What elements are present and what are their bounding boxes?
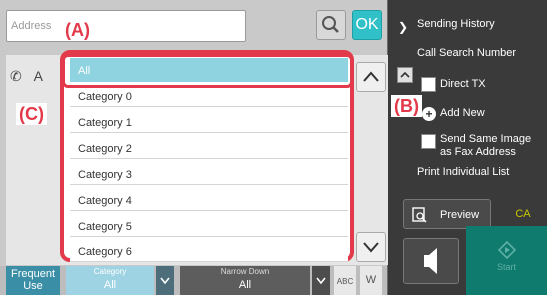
sending-history-link[interactable]: Sending History bbox=[417, 18, 495, 30]
address-input[interactable]: Address bbox=[6, 10, 246, 42]
chevron-down-icon bbox=[160, 277, 170, 285]
category-item[interactable]: Category 1 bbox=[70, 111, 348, 133]
category-item[interactable]: Category 6 bbox=[70, 240, 348, 262]
narrow-down-dropdown-toggle[interactable] bbox=[312, 266, 330, 295]
speaker-icon bbox=[424, 248, 437, 274]
send-same-image-label: Send Same Image as Fax Address bbox=[440, 133, 532, 158]
chevron-down-icon bbox=[316, 277, 326, 285]
category-item[interactable]: Category 0 bbox=[70, 85, 348, 107]
search-icon bbox=[322, 16, 339, 33]
direct-tx-label: Direct TX bbox=[440, 78, 486, 90]
chevron-up-icon bbox=[363, 71, 379, 82]
search-button[interactable] bbox=[316, 10, 346, 40]
selected-item-highlight bbox=[62, 54, 353, 88]
scroll-down-button[interactable] bbox=[356, 232, 386, 262]
speaker-button[interactable] bbox=[403, 238, 459, 284]
ok-button[interactable]: OK bbox=[352, 10, 382, 40]
start-icon bbox=[497, 240, 516, 260]
ca-button[interactable]: CA bbox=[500, 199, 546, 229]
start-button[interactable]: Start bbox=[466, 226, 547, 295]
preview-button[interactable]: Preview bbox=[403, 199, 491, 229]
phone-icon: ✆ bbox=[10, 68, 22, 84]
category-item[interactable]: Category 5 bbox=[70, 215, 348, 237]
category-item[interactable]: Category 3 bbox=[70, 163, 348, 185]
chevron-right-icon: ❯ bbox=[398, 20, 409, 34]
category-select-label: Category bbox=[93, 267, 127, 276]
callout-c: (C) bbox=[16, 103, 47, 125]
call-search-number-link[interactable]: Call Search Number bbox=[417, 47, 516, 59]
direct-tx-checkbox[interactable] bbox=[421, 77, 436, 92]
category-select-value: All bbox=[103, 279, 117, 291]
narrow-down-value: All bbox=[238, 279, 252, 291]
chevron-up-icon bbox=[400, 71, 410, 78]
w-index-button[interactable]: W bbox=[360, 266, 382, 295]
preview-label: Preview bbox=[440, 209, 480, 221]
send-same-image-checkbox[interactable] bbox=[421, 134, 436, 149]
address-placeholder: Address bbox=[11, 20, 52, 32]
category-dropdown-toggle[interactable] bbox=[156, 266, 174, 295]
callout-a: (A) bbox=[62, 19, 93, 41]
add-new-link[interactable]: Add New bbox=[440, 107, 485, 119]
plus-icon: + bbox=[422, 107, 436, 121]
start-label: Start bbox=[496, 262, 516, 272]
callout-b: (B) bbox=[391, 95, 422, 117]
category-item[interactable]: Category 2 bbox=[70, 137, 348, 159]
contact-initial: A bbox=[33, 68, 43, 84]
abc-index-button[interactable]: ABC bbox=[334, 266, 356, 295]
frequent-use-button[interactable]: Frequent Use bbox=[6, 266, 60, 295]
panel-scroll-up-button[interactable] bbox=[397, 67, 413, 83]
narrow-down-label: Narrow Down bbox=[220, 267, 270, 276]
chevron-down-icon bbox=[363, 242, 379, 253]
preview-icon bbox=[412, 207, 427, 223]
print-individual-list-link[interactable]: Print Individual List bbox=[417, 166, 509, 178]
scroll-up-button[interactable] bbox=[356, 62, 386, 92]
category-item[interactable]: Category 4 bbox=[70, 189, 348, 211]
